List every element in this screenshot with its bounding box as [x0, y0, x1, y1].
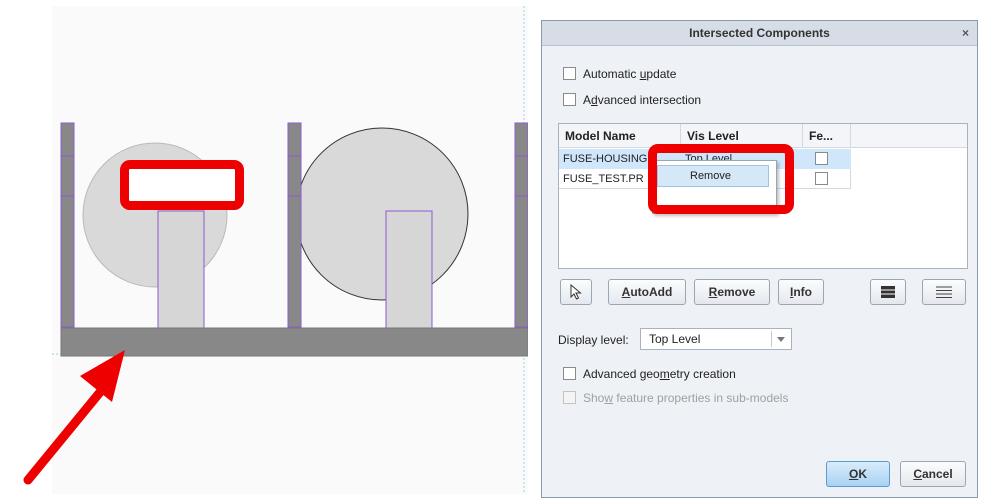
annotation-arrow	[23, 350, 125, 485]
fuse-circle-right	[295, 127, 469, 301]
autoadd-button[interactable]: AutoAdd	[608, 279, 686, 305]
context-menu-remove[interactable]: Remove	[657, 165, 769, 187]
list-view-detail-icon	[936, 286, 952, 298]
advanced-intersection-label: Advanced intersection	[583, 93, 702, 107]
dropdown-divider	[771, 331, 772, 347]
advanced-intersection-checkbox[interactable]	[563, 93, 576, 106]
detail-view-button[interactable]	[922, 279, 966, 305]
dialog-title: Intersected Components	[689, 26, 830, 40]
post-right	[514, 122, 528, 328]
select-pointer-button[interactable]	[560, 279, 592, 305]
fuse-body-right	[385, 210, 433, 330]
info-button[interactable]: Info	[778, 279, 824, 305]
ok-button[interactable]: OK	[826, 461, 890, 487]
column-header-feature[interactable]: Fe...	[803, 124, 851, 148]
automatic-update-checkbox[interactable]	[563, 67, 576, 80]
intersected-components-dialog: Intersected Components × Automatic updat…	[541, 20, 978, 498]
display-level-select[interactable]: Top Level	[640, 328, 792, 350]
advanced-geometry-label: Advanced geometry creation	[583, 367, 736, 381]
feature-checkbox[interactable]	[815, 172, 828, 185]
show-feature-properties-checkbox	[563, 391, 576, 404]
post-middle	[287, 122, 302, 328]
context-menu: Remove	[652, 160, 777, 214]
column-header-model-name[interactable]: Model Name	[559, 124, 681, 148]
display-level-label: Display level:	[558, 333, 629, 347]
close-icon[interactable]: ×	[962, 21, 969, 45]
feature-checkbox[interactable]	[815, 152, 828, 165]
pointer-arrow-icon	[570, 283, 582, 300]
fuse-body-left	[157, 210, 205, 330]
column-header-vis-level[interactable]: Vis Level	[681, 124, 803, 148]
list-view-compact-icon	[881, 286, 895, 298]
dialog-title-bar[interactable]: Intersected Components ×	[542, 21, 977, 46]
cancel-button[interactable]: Cancel	[900, 461, 966, 487]
chevron-down-icon[interactable]	[777, 337, 785, 342]
compact-view-button[interactable]	[870, 279, 906, 305]
post-left	[60, 122, 75, 328]
show-feature-properties-label: Show feature properties in sub-models	[583, 391, 789, 405]
advanced-geometry-checkbox[interactable]	[563, 367, 576, 380]
column-header-filler	[851, 124, 967, 148]
fuse-circle-left	[82, 142, 228, 288]
remove-button[interactable]: Remove	[694, 279, 770, 305]
automatic-update-label: Automatic update	[583, 67, 677, 81]
display-level-value: Top Level	[649, 332, 701, 346]
